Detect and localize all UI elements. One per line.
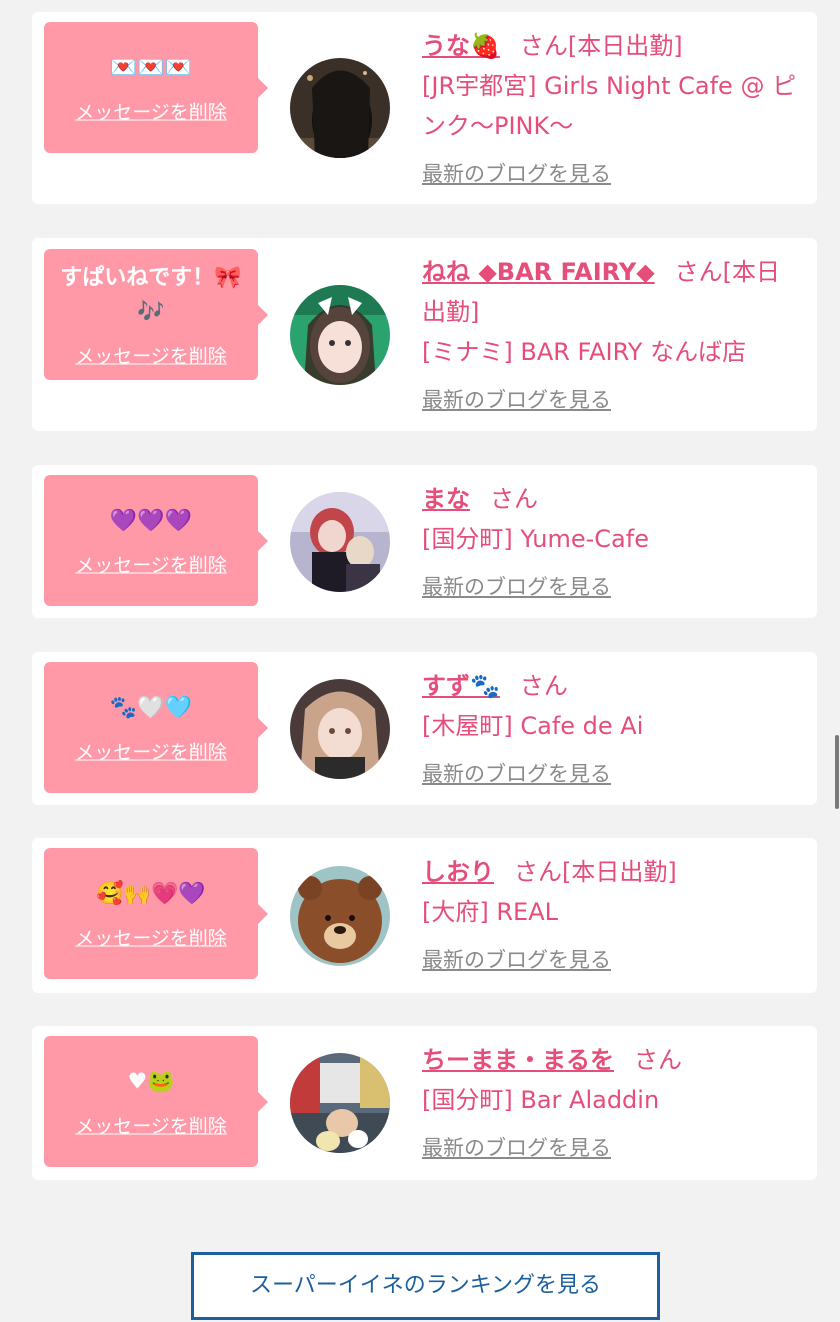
shop-label: [国分町] Bar Aladdin <box>422 1086 660 1114</box>
delete-message-link[interactable]: メッセージを削除 <box>75 341 227 368</box>
cast-suffix: さん[本日出勤] <box>514 858 677 886</box>
message-text: 💌💌💌 <box>109 55 193 80</box>
cast-info: ちーまま・まるを さん [国分町] Bar Aladdin 最新のブログを見る <box>422 1040 799 1168</box>
message-card: 🐾🤍🩵 メッセージを削除 すず🐾 さん [木屋町] Cafe de Ai 最新のブログを見… <box>32 652 817 805</box>
message-text: ♥🐸 <box>127 1069 175 1094</box>
cast-name-link[interactable]: まな <box>422 485 470 513</box>
scrollbar-thumb[interactable] <box>835 735 839 809</box>
message-bubble: 💜💜💜 メッセージを削除 <box>44 475 268 606</box>
message-bubble: 🥰🙌💗💜 メッセージを削除 <box>44 848 268 979</box>
delete-message-link[interactable]: メッセージを削除 <box>75 737 227 764</box>
shop-label: [大府] REAL <box>422 898 558 926</box>
avatar[interactable] <box>290 679 390 779</box>
avatar[interactable] <box>290 1053 390 1153</box>
avatar[interactable] <box>290 58 390 158</box>
message-text: すぱいねです！🎀🎶 <box>60 265 242 324</box>
cast-info: しおり さん[本日出勤] [大府] REAL 最新のブログを見る <box>422 852 799 980</box>
message-text: 🥰🙌💗💜 <box>96 881 206 906</box>
message-bubble: すぱいねです！🎀🎶 メッセージを削除 <box>44 249 268 380</box>
latest-blog-link[interactable]: 最新のブログを見る <box>422 1128 611 1168</box>
message-text: 🐾🤍🩵 <box>109 695 193 720</box>
ranking-button[interactable]: スーパーイイネのランキングを見る <box>191 1252 660 1320</box>
cast-name-link[interactable]: うな🍓 <box>422 32 500 60</box>
message-card: 🥰🙌💗💜 メッセージを削除 しおり さん[本日出勤] [大府] REAL 最新のブログを見… <box>32 838 817 993</box>
latest-blog-link[interactable]: 最新のブログを見る <box>422 754 611 794</box>
message-text: 💜💜💜 <box>109 508 193 533</box>
message-bubble: 🐾🤍🩵 メッセージを削除 <box>44 662 268 793</box>
message-card: ♥🐸 メッセージを削除 ちーまま・まるを さん [国分町] Bar Aladdin 最新の… <box>32 1026 817 1180</box>
message-card: すぱいねです！🎀🎶 メッセージを削除 ねね ◆BAR FAIRY◆ さん[本日出勤][… <box>32 238 817 431</box>
latest-blog-link[interactable]: 最新のブログを見る <box>422 380 611 420</box>
message-card: 💌💌💌 メッセージを削除 うな🍓 さん[本日出勤] [JR宇都宮] Girls Nigh… <box>32 12 817 204</box>
cast-info: まな さん [国分町] Yume-Cafe 最新のブログを見る <box>422 479 799 607</box>
cast-suffix: さん[本日出勤] <box>519 32 683 60</box>
cast-info: ねね ◆BAR FAIRY◆ さん[本日出勤] [ミナミ] BAR FAIRY なん… <box>422 252 799 420</box>
delete-message-link[interactable]: メッセージを削除 <box>75 923 227 950</box>
avatar[interactable] <box>290 492 390 592</box>
shop-label: [国分町] Yume-Cafe <box>422 525 649 553</box>
message-bubble: ♥🐸 メッセージを削除 <box>44 1036 268 1167</box>
delete-message-link[interactable]: メッセージを削除 <box>75 1111 227 1138</box>
delete-message-link[interactable]: メッセージを削除 <box>75 550 227 577</box>
cast-name-link[interactable]: ねね ◆BAR FAIRY◆ <box>422 258 655 286</box>
cast-suffix: さん <box>634 1046 682 1074</box>
cast-name-link[interactable]: すず🐾 <box>422 672 500 700</box>
message-bubble: 💌💌💌 メッセージを削除 <box>44 22 268 153</box>
latest-blog-link[interactable]: 最新のブログを見る <box>422 567 611 607</box>
latest-blog-link[interactable]: 最新のブログを見る <box>422 940 611 980</box>
cast-info: すず🐾 さん [木屋町] Cafe de Ai 最新のブログを見る <box>422 666 799 794</box>
avatar[interactable] <box>290 866 390 966</box>
cast-suffix: さん <box>490 485 538 513</box>
message-card: 💜💜💜 メッセージを削除 まな さん [国分町] Yume-Cafe 最新のブログを見る <box>32 465 817 618</box>
cast-info: うな🍓 さん[本日出勤] [JR宇都宮] Girls Night Cafe @ ピン… <box>422 26 799 194</box>
cast-suffix: さん <box>519 672 568 700</box>
cast-name-link[interactable]: ちーまま・まるを <box>422 1046 614 1074</box>
shop-label: [ミナミ] BAR FAIRY なんば店 <box>422 338 747 366</box>
latest-blog-link[interactable]: 最新のブログを見る <box>422 154 611 194</box>
shop-label: [JR宇都宮] Girls Night Cafe @ ピンク〜PINK〜 <box>422 72 797 140</box>
shop-label: [木屋町] Cafe de Ai <box>422 712 644 740</box>
avatar[interactable] <box>290 285 390 385</box>
delete-message-link[interactable]: メッセージを削除 <box>75 97 227 124</box>
cast-name-link[interactable]: しおり <box>422 858 494 886</box>
